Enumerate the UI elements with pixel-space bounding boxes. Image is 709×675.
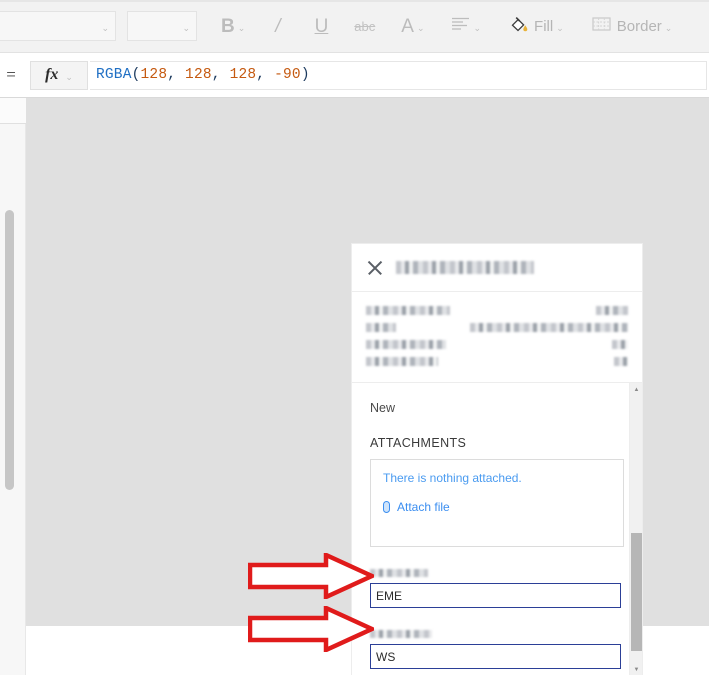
formula-token-sep1: , xyxy=(167,67,186,83)
formula-token-sep2: , xyxy=(211,67,230,83)
chevron-down-icon: ⌄ xyxy=(664,22,673,33)
font-family-dropdown[interactable]: ⌄ xyxy=(0,11,116,41)
fx-icon: fx xyxy=(45,66,59,83)
border-button[interactable]: Border ⌄ xyxy=(586,8,679,44)
paint-bucket-icon xyxy=(509,14,529,39)
dialog-title-redacted xyxy=(396,261,534,274)
italic-icon: / xyxy=(275,15,281,37)
font-color-button[interactable]: A ⌄ xyxy=(395,8,430,44)
info-row xyxy=(366,319,628,336)
info-value-redacted xyxy=(470,323,628,332)
info-value-redacted xyxy=(596,306,628,315)
dialog-header xyxy=(352,244,642,292)
chevron-down-icon: ⌄ xyxy=(101,22,109,33)
formula-token-close-paren: ) xyxy=(300,67,310,83)
attach-file-label: Attach file xyxy=(397,500,450,514)
chevron-down-icon: ⌄ xyxy=(237,22,246,33)
record-status-text: New xyxy=(370,401,396,415)
sheet-canvas: New ATTACHMENTS There is nothing attache… xyxy=(0,98,709,675)
info-key-redacted xyxy=(366,306,450,315)
border-grid-icon xyxy=(592,16,612,37)
nothing-attached-text: There is nothing attached. xyxy=(383,471,522,485)
attachments-heading: ATTACHMENTS xyxy=(370,436,467,450)
annotation-arrow-geomarket xyxy=(248,553,374,599)
paperclip-icon xyxy=(383,501,390,513)
info-value-redacted xyxy=(612,340,628,349)
toolbar-top-rule xyxy=(0,0,709,2)
info-key-redacted xyxy=(366,340,446,349)
underline-button[interactable]: U xyxy=(309,8,335,44)
record-dialog: New ATTACHMENTS There is nothing attache… xyxy=(352,244,642,675)
scroll-down-arrow-icon[interactable]: ▼ xyxy=(630,663,642,675)
geomarket-input[interactable]: EME xyxy=(370,583,621,608)
bold-icon: B xyxy=(221,15,235,37)
scrollbar-thumb[interactable] xyxy=(631,533,642,651)
formula-token-function: RGBA xyxy=(96,67,132,83)
fill-color-button[interactable]: Fill ⌄ xyxy=(503,8,570,44)
info-row xyxy=(366,353,628,370)
field-group-geomarket: EME xyxy=(370,569,624,608)
scroll-up-arrow-icon[interactable]: ▲ xyxy=(630,383,642,396)
align-button[interactable]: ⌄ xyxy=(445,8,488,44)
info-key-redacted xyxy=(366,323,396,332)
close-icon[interactable] xyxy=(366,259,384,277)
field-group-productline: WS xyxy=(370,630,624,669)
geomarket-input-value: EME xyxy=(376,588,403,603)
formula-token-arg2: 128 xyxy=(185,67,212,83)
function-wizard-button[interactable]: fx ⌄ xyxy=(30,60,88,90)
formula-token-arg3: 128 xyxy=(229,67,257,83)
italic-button[interactable]: / xyxy=(269,8,286,44)
app-root: ⌄ ⌄ B ⌄ / U abc A ⌄ ⌄ Fill ⌄ Border ⌄ = … xyxy=(0,0,709,675)
formula-bar: = fx ⌄ RGBA(128, 128, 128, -90) xyxy=(0,53,709,98)
attach-file-button[interactable]: Attach file xyxy=(383,500,611,514)
info-row xyxy=(366,336,628,353)
field-label-redacted xyxy=(370,630,432,638)
formula-input[interactable]: RGBA(128, 128, 128, -90) xyxy=(90,60,707,90)
border-label: Border xyxy=(616,17,662,35)
fill-label: Fill xyxy=(534,17,554,35)
field-label-redacted xyxy=(370,569,428,577)
formatting-toolbar: ⌄ ⌄ B ⌄ / U abc A ⌄ ⌄ Fill ⌄ Border ⌄ xyxy=(0,0,709,53)
formula-token-open-paren: ( xyxy=(131,67,141,83)
productline-input-value: WS xyxy=(376,649,396,664)
chevron-down-icon: ⌄ xyxy=(556,22,564,33)
record-info-panel xyxy=(352,292,642,383)
chevron-down-icon: ⌄ xyxy=(65,71,73,82)
info-row xyxy=(366,302,628,319)
font-color-icon: A xyxy=(401,15,414,37)
chevron-down-icon: ⌄ xyxy=(182,22,190,33)
formula-token-arg4: -90 xyxy=(274,67,301,83)
chevron-down-icon: ⌄ xyxy=(473,22,482,33)
align-left-icon xyxy=(451,16,471,36)
annotation-arrow-productline xyxy=(248,606,374,652)
dialog-scroll-body: New ATTACHMENTS There is nothing attache… xyxy=(352,383,642,675)
corner-header-cell xyxy=(0,98,26,124)
underline-icon: U xyxy=(314,15,329,37)
formula-token-sep3: , xyxy=(256,67,275,83)
chevron-down-icon: ⌄ xyxy=(416,22,425,33)
bold-button[interactable]: B ⌄ xyxy=(215,8,251,44)
vertical-scrollbar-left[interactable] xyxy=(5,210,14,490)
attachments-dropzone[interactable]: There is nothing attached. Attach file xyxy=(370,459,624,547)
dialog-vertical-scrollbar[interactable]: ▲ ▼ xyxy=(629,383,642,675)
font-size-dropdown[interactable]: ⌄ xyxy=(127,11,197,41)
formula-token-arg1: 128 xyxy=(140,67,168,83)
strikethrough-icon: abc xyxy=(354,18,376,34)
info-key-redacted xyxy=(366,357,438,366)
dialog-form: New ATTACHMENTS There is nothing attache… xyxy=(352,383,642,669)
equals-sign: = xyxy=(6,65,16,84)
info-value-redacted xyxy=(614,357,628,366)
productline-input[interactable]: WS xyxy=(370,644,621,669)
strikethrough-button[interactable]: abc xyxy=(348,8,381,44)
